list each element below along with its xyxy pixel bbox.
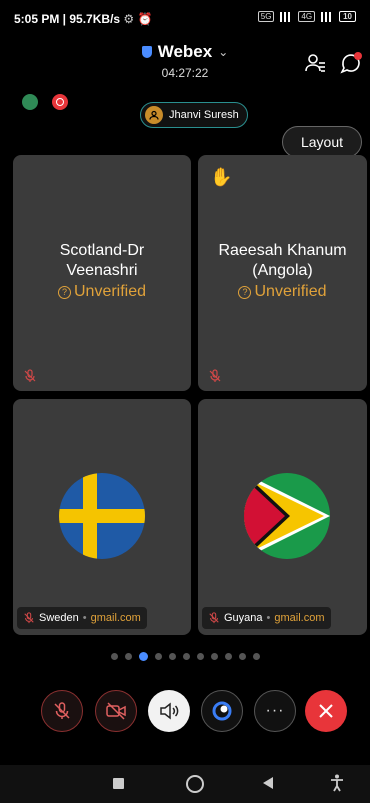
chat-icon[interactable] <box>338 50 364 76</box>
sweden-flag-icon <box>59 473 145 559</box>
signal-icon <box>280 11 293 22</box>
page-dot[interactable] <box>154 653 162 660</box>
mic-muted-icon <box>54 702 70 719</box>
participant-label: Sweden <box>39 612 79 624</box>
share-content-button[interactable] <box>201 690 243 732</box>
recents-icon[interactable] <box>113 778 124 789</box>
close-icon <box>319 704 333 718</box>
settings-sync-icon: ⚙ <box>123 12 135 26</box>
unverified-label: Unverified <box>73 283 147 300</box>
page-dot-active[interactable] <box>138 652 148 661</box>
participant-name-line2: (Angola) <box>252 262 313 279</box>
guyana-flag-icon <box>244 473 330 559</box>
unverified-label: Unverified <box>254 283 327 300</box>
back-icon[interactable] <box>262 776 274 790</box>
participant-info: Scotland-Dr Veenashri ? Unverified <box>13 241 191 301</box>
page-dot[interactable] <box>224 653 232 660</box>
layout-button[interactable]: Layout <box>282 126 362 158</box>
start-video-button[interactable] <box>95 690 137 732</box>
share-icon <box>212 701 232 721</box>
participant-label: Guyana <box>224 612 263 624</box>
raised-hand-icon: ✋ <box>210 167 233 187</box>
video-off-icon <box>106 702 126 720</box>
page-dot[interactable] <box>196 653 204 660</box>
signal-icon-2 <box>321 11 334 22</box>
participant-domain: gmail.com <box>90 612 141 624</box>
mic-muted-icon <box>24 369 36 382</box>
separator-dot: • <box>266 612 271 624</box>
page-dot[interactable] <box>124 653 132 660</box>
meeting-title-text: Webex <box>157 42 213 61</box>
sim2-badge: 4G <box>298 11 316 22</box>
speaker-icon <box>160 702 179 720</box>
home-icon[interactable] <box>186 775 204 793</box>
status-time-speed: 5:05 PM | 95.7KB/s ⚙ ⏰ <box>14 12 152 26</box>
participant-tile[interactable]: Scotland-Dr Veenashri ? Unverified <box>13 155 191 391</box>
page-dot[interactable] <box>210 653 218 660</box>
page-dot[interactable] <box>238 653 246 660</box>
active-speaker-pill[interactable]: Jhanvi Suresh <box>140 102 248 128</box>
user-avatar-icon <box>145 106 163 124</box>
system-nav-bar <box>0 765 370 803</box>
participant-tile[interactable]: Guyana • gmail.com <box>198 399 367 635</box>
question-icon: ? <box>238 285 252 299</box>
mic-muted-icon <box>209 369 221 382</box>
mic-muted-icon <box>24 612 34 624</box>
record-dot <box>56 98 64 106</box>
status-bar: 5:05 PM | 95.7KB/s ⚙ ⏰ 5G 4G 10 <box>0 0 370 40</box>
end-call-button[interactable] <box>305 690 347 732</box>
page-indicator[interactable] <box>0 652 370 661</box>
status-right: 5G 4G 10 <box>257 11 356 22</box>
shield-icon <box>141 46 152 58</box>
network-quality-icon[interactable] <box>22 94 38 110</box>
participant-info: Raeesah Khanum (Angola) ? Unverified <box>198 241 367 301</box>
participant-name-line2: Veenashri <box>66 262 138 279</box>
sim1-badge: 5G <box>257 11 275 22</box>
meeting-title[interactable]: Webex ⌄ <box>141 42 229 62</box>
page-dot[interactable] <box>168 653 176 660</box>
participant-tile[interactable]: ✋ Raeesah Khanum (Angola) ? Unverified <box>198 155 367 391</box>
participants-icon[interactable] <box>302 50 328 76</box>
alarm-icon: ⏰ <box>137 12 153 26</box>
status-left-text: 5:05 PM | 95.7KB/s <box>14 12 121 26</box>
participant-tile[interactable]: Sweden • gmail.com <box>13 399 191 635</box>
page-dot[interactable] <box>182 653 190 660</box>
active-speaker-name: Jhanvi Suresh <box>169 109 239 121</box>
participant-name-line1: Scotland-Dr <box>59 242 145 259</box>
page-dot[interactable] <box>110 653 118 660</box>
participant-name-line1: Raeesah Khanum <box>218 242 347 259</box>
participant-name-tag: Sweden • gmail.com <box>17 607 147 629</box>
unverified-status: ? Unverified <box>198 283 367 301</box>
more-dots-icon: ··· <box>265 702 285 719</box>
accessibility-icon[interactable] <box>330 774 344 792</box>
recording-icon[interactable] <box>52 94 68 110</box>
participant-name-tag: Guyana • gmail.com <box>202 607 331 629</box>
battery-icon: 10 <box>339 11 356 22</box>
question-icon: ? <box>57 285 71 299</box>
audio-button[interactable] <box>148 690 190 732</box>
unverified-status: ? Unverified <box>13 283 191 301</box>
separator-dot: • <box>82 612 87 624</box>
mic-muted-icon <box>209 612 219 624</box>
page-dot[interactable] <box>252 653 260 660</box>
chevron-down-icon: ⌄ <box>218 45 229 59</box>
unmute-button[interactable] <box>41 690 83 732</box>
more-options-button[interactable]: ··· <box>254 690 296 732</box>
participant-domain: gmail.com <box>274 612 325 624</box>
